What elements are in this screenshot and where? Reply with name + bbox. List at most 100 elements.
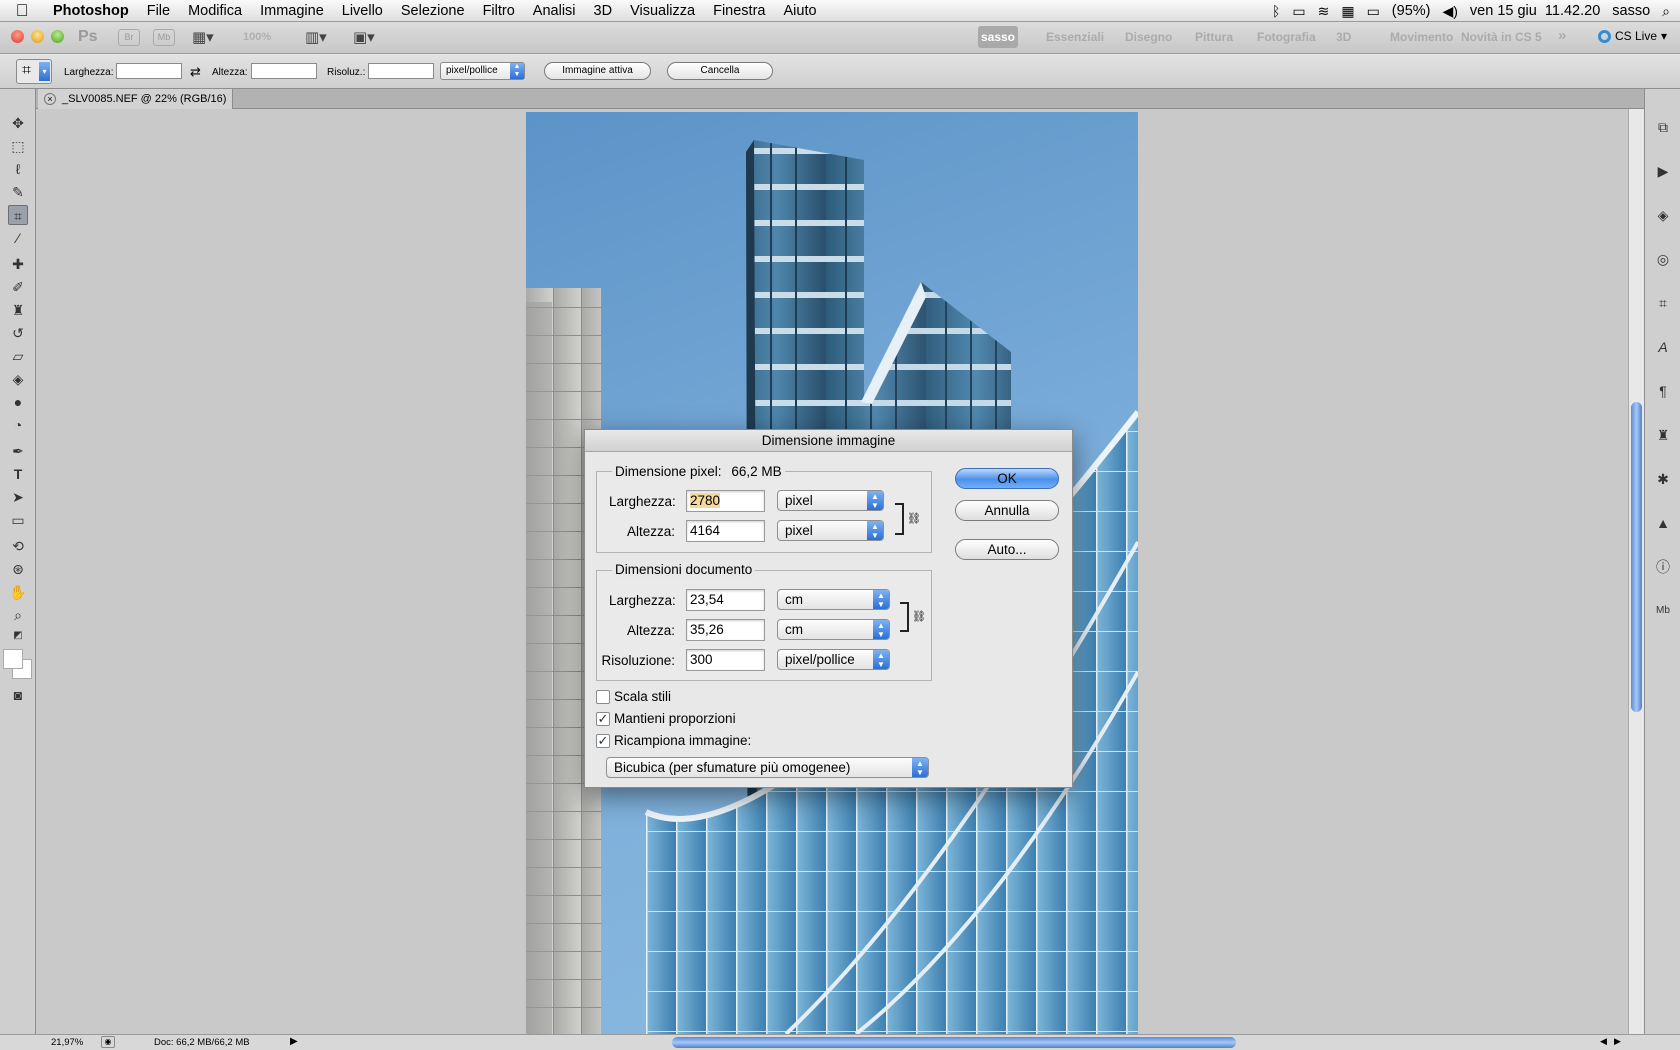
default-colors-icon[interactable]: ◩ ⇆ — [8, 626, 28, 661]
swap-dimensions-icon[interactable]: ⇄ — [190, 64, 201, 80]
menu-immagine[interactable]: Immagine — [251, 3, 333, 19]
marquee-tool-icon[interactable]: ⬚ — [8, 136, 28, 156]
doc-height-input[interactable]: 35,26 — [686, 619, 765, 641]
view-extras-icon[interactable]: ▦▾ — [192, 28, 214, 46]
bridge-button[interactable]: Br — [118, 29, 140, 46]
menu-aiuto[interactable]: Aiuto — [774, 3, 825, 19]
eyedropper-tool-icon[interactable]: ⁄ — [8, 228, 28, 248]
mini-bridge-panel-icon[interactable]: Mb — [1653, 601, 1673, 621]
3d-rotate-tool-icon[interactable]: ⟲ — [8, 536, 28, 556]
apple-menu-icon[interactable]:  — [0, 1, 44, 21]
paths-panel-icon[interactable]: ⌗ — [1653, 293, 1673, 313]
resolution-input[interactable] — [368, 63, 434, 79]
front-image-button[interactable]: Immagine attiva — [544, 62, 651, 80]
history-panel-icon[interactable]: ⧉ — [1653, 117, 1673, 137]
menu-analisi[interactable]: Analisi — [524, 3, 585, 19]
calendar-icon[interactable]: ▦ — [1341, 3, 1354, 20]
cancel-button[interactable]: Annulla — [955, 500, 1059, 521]
paragraph-panel-icon[interactable]: ¶ — [1653, 381, 1673, 401]
menu-selezione[interactable]: Selezione — [392, 3, 474, 19]
height-input[interactable] — [251, 63, 317, 79]
workspace-essenziali[interactable]: Essenziali — [1046, 30, 1104, 44]
constrain-proportions-checkbox[interactable]: ✓ — [596, 712, 610, 726]
workspace-movimento[interactable]: Movimento — [1390, 30, 1453, 44]
document-tab[interactable]: × _SLV0085.NEF @ 22% (RGB/16) * — [38, 89, 233, 125]
pixel-height-unit-select[interactable]: pixel ▲ ▼ — [777, 520, 884, 541]
resolution-input[interactable]: 300 — [686, 649, 765, 671]
spotlight-search-icon[interactable]: ⌕ — [1662, 3, 1670, 20]
display-icon[interactable]: ▭ — [1292, 3, 1305, 20]
more-workspaces-icon[interactable]: » — [1558, 27, 1566, 44]
actions-panel-icon[interactable]: ▶ — [1653, 161, 1673, 181]
pixel-height-input[interactable]: 4164 — [686, 520, 765, 542]
pen-tool-icon[interactable]: ✒ — [8, 441, 28, 461]
menu-app-photoshop[interactable]: Photoshop — [44, 3, 138, 19]
wifi-icon[interactable]: ≋ — [1318, 3, 1330, 20]
quick-mask-icon[interactable]: ◙ — [8, 685, 28, 705]
doc-width-input[interactable]: 23,54 — [686, 589, 765, 611]
cs-live-button[interactable]: CS Live ▾ — [1598, 29, 1667, 43]
battery-icon[interactable]: ▭ — [1367, 3, 1380, 20]
zoom-tool-icon[interactable]: ⌕ — [8, 605, 28, 625]
workspace-disegno[interactable]: Disegno — [1125, 30, 1172, 44]
clock[interactable]: ven 15 giu 11.42.20 — [1470, 3, 1600, 19]
quick-selection-tool-icon[interactable]: ✎ — [8, 182, 28, 202]
volume-icon[interactable]: ◀) — [1442, 3, 1457, 20]
workspace-novita-cs5[interactable]: Novità in CS 5 — [1461, 30, 1542, 44]
menu-filtro[interactable]: Filtro — [474, 3, 524, 19]
close-window-button[interactable] — [11, 30, 24, 43]
clone-stamp-tool-icon[interactable]: ♜ — [8, 300, 28, 320]
bluetooth-icon[interactable]: ᛒ — [1272, 3, 1280, 19]
workspace-fotografia[interactable]: Fotografia — [1257, 30, 1316, 44]
zoom-level-select[interactable]: 100% — [243, 31, 271, 43]
healing-brush-tool-icon[interactable]: ✚ — [8, 254, 28, 274]
hand-tool-icon[interactable]: ✋ — [8, 582, 28, 602]
close-tab-icon[interactable]: × — [44, 93, 56, 105]
status-menu-arrow-icon[interactable]: ▶ — [290, 1036, 298, 1047]
resolution-unit-select[interactable]: pixel/pollice ▲ ▼ — [777, 649, 890, 670]
workspace-pittura[interactable]: Pittura — [1195, 30, 1233, 44]
history-brush-tool-icon[interactable]: ↺ — [8, 323, 28, 343]
auto-button[interactable]: Auto... — [955, 539, 1059, 560]
foreground-color-swatch[interactable] — [3, 649, 23, 669]
resolution-unit-select[interactable]: pixel/pollice ▲ ▼ — [440, 62, 525, 80]
horizontal-scroll-thumb[interactable] — [672, 1037, 1236, 1048]
doc-width-unit-select[interactable]: cm ▲ ▼ — [777, 589, 890, 610]
layers-panel-icon[interactable]: ◈ — [1653, 205, 1673, 225]
brush-tool-icon[interactable]: ✐ — [8, 277, 28, 297]
zoom-level[interactable]: 21,97% — [51, 1037, 83, 1048]
menu-3d[interactable]: 3D — [585, 3, 622, 19]
doc-height-unit-select[interactable]: cm ▲ ▼ — [777, 619, 890, 640]
menu-visualizza[interactable]: Visualizza — [621, 3, 704, 19]
paint-bucket-tool-icon[interactable]: ◈ — [8, 369, 28, 389]
lasso-tool-icon[interactable]: ℓ — [8, 159, 28, 179]
histogram-panel-icon[interactable]: ▲ — [1653, 513, 1673, 533]
character-panel-icon[interactable]: A — [1653, 337, 1673, 357]
zoom-window-button[interactable] — [51, 30, 64, 43]
resample-image-label[interactable]: Ricampiona immagine: — [614, 733, 751, 748]
type-tool-icon[interactable]: T — [8, 464, 28, 484]
minimize-window-button[interactable] — [31, 30, 44, 43]
path-selection-tool-icon[interactable]: ➤ — [8, 487, 28, 507]
menu-livello[interactable]: Livello — [333, 3, 392, 19]
scale-styles-checkbox[interactable] — [596, 690, 610, 704]
constrain-proportions-label[interactable]: Mantieni proporzioni — [614, 711, 736, 726]
eraser-tool-icon[interactable]: ▱ — [8, 346, 28, 366]
dodge-tool-icon[interactable]: ◔ — [8, 415, 28, 435]
scroll-right-icon[interactable]: ▶ — [1614, 1036, 1621, 1047]
scale-styles-label[interactable]: Scala stili — [614, 689, 671, 704]
clone-source-panel-icon[interactable]: ♜ — [1653, 425, 1673, 445]
status-options-icon[interactable]: ◉ — [101, 1036, 115, 1048]
crop-tool-preset-picker[interactable]: ⌗ ▾ — [16, 59, 52, 84]
workspace-3d[interactable]: 3D — [1336, 30, 1351, 44]
arrange-documents-icon[interactable]: ▥▾ — [305, 28, 327, 46]
pixel-width-unit-select[interactable]: pixel ▲ ▼ — [777, 490, 884, 511]
resample-method-select[interactable]: Bicubica (per sfumature più omogenee) ▲ ▼ — [606, 757, 929, 778]
width-input[interactable] — [116, 63, 182, 79]
clear-button[interactable]: Cancella — [667, 62, 773, 80]
menu-file[interactable]: File — [138, 3, 179, 19]
crop-tool-icon[interactable]: ⌗ — [8, 205, 28, 225]
user-name[interactable]: sasso — [1612, 3, 1650, 19]
resample-image-checkbox[interactable]: ✓ — [596, 734, 610, 748]
rectangle-tool-icon[interactable]: ▭ — [8, 510, 28, 530]
